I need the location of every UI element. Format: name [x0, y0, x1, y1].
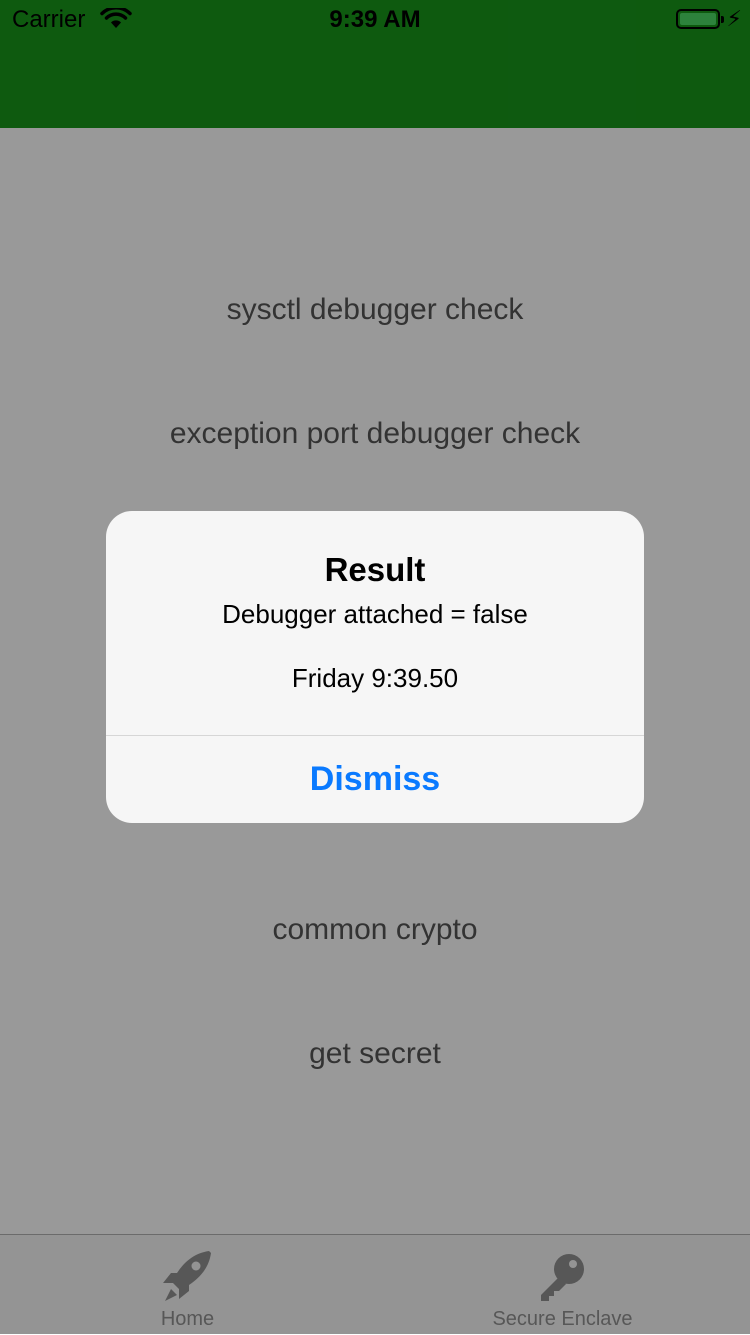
alert-message: Debugger attached = false — [222, 599, 528, 629]
result-alert-dialog: Result Debugger attached = false Friday … — [106, 511, 644, 823]
dismiss-button[interactable]: Dismiss — [106, 736, 644, 823]
alert-title: Result — [324, 551, 426, 588]
alert-timestamp: Friday 9:39.50 — [291, 663, 459, 693]
